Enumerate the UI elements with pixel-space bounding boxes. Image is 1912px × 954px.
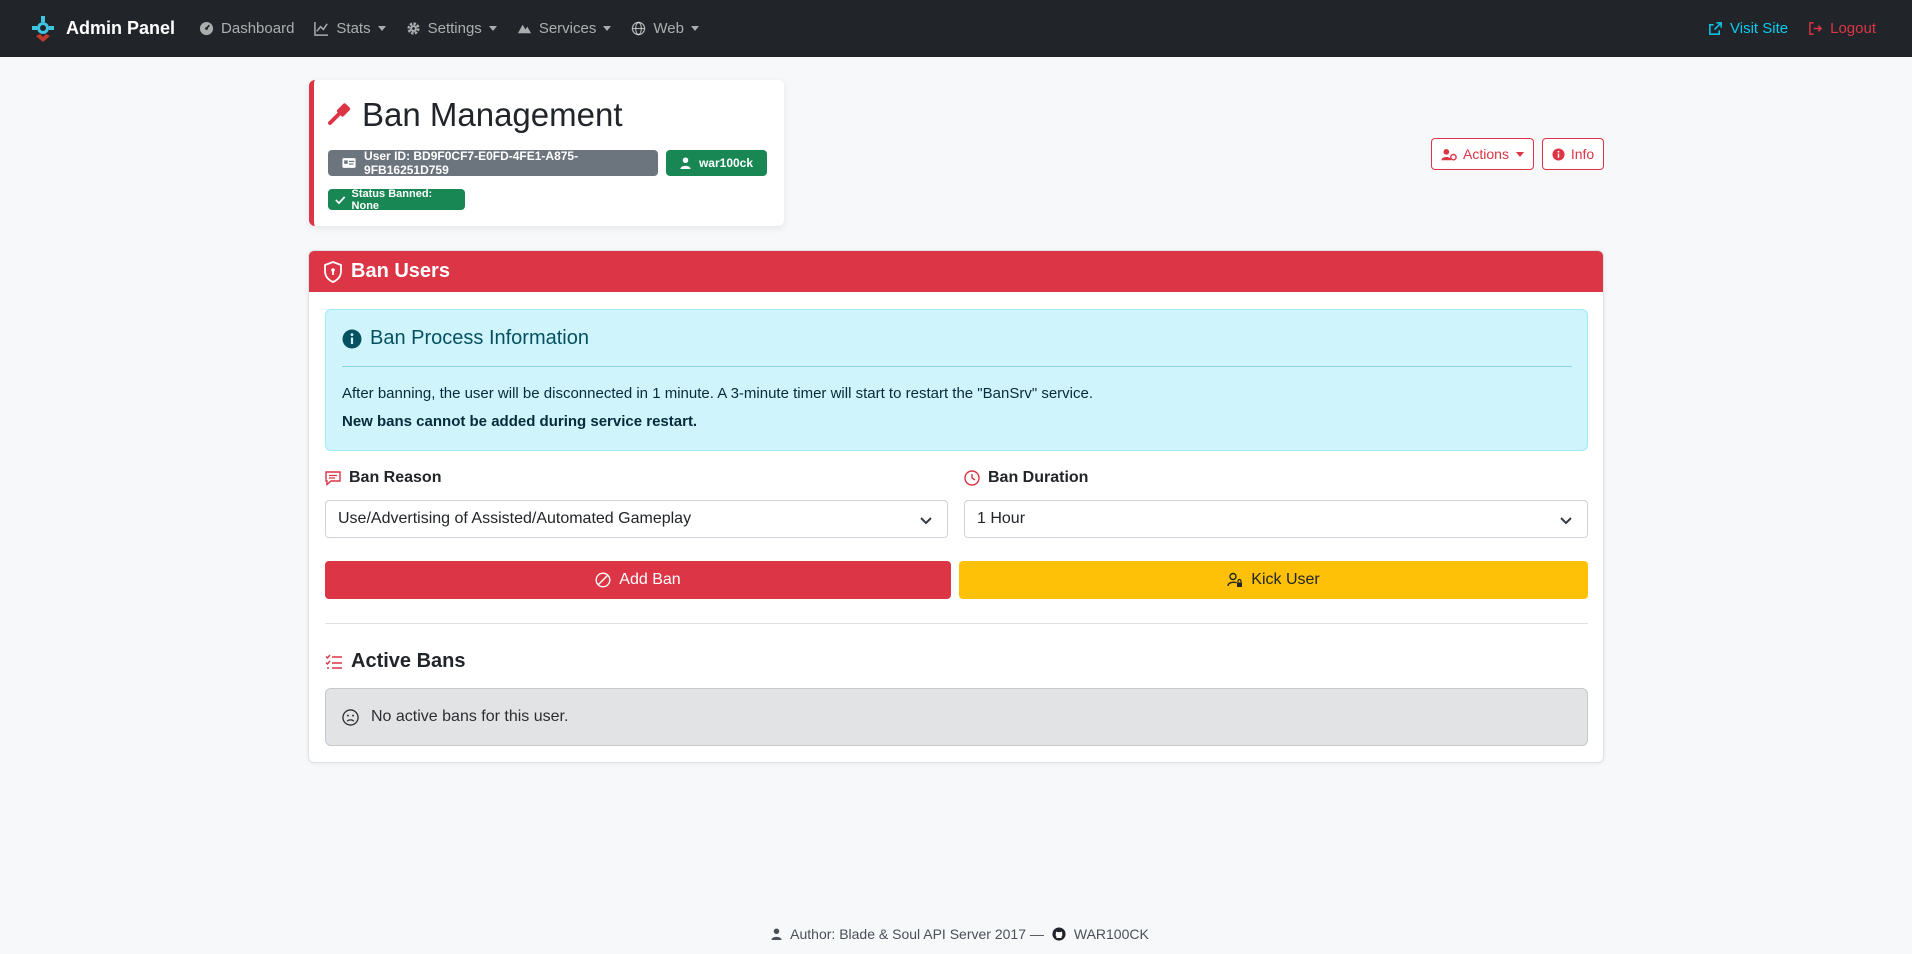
actions-label: Actions [1463,146,1509,162]
add-ban-label: Add Ban [619,571,681,588]
nav-web[interactable]: Web [621,0,709,57]
chevron-down-icon [1515,151,1524,157]
sign-out-icon [1809,22,1823,35]
status-text: Status Banned: None [351,187,433,212]
github-icon [1052,927,1066,941]
nav-settings[interactable]: Settings [396,0,507,57]
logout-label: Logout [1830,20,1876,37]
ban-icon [595,572,611,588]
globe-icon [632,21,646,36]
info-button[interactable]: Info [1542,138,1604,170]
chevron-down-icon [603,26,612,31]
ban-users-title: Ban Users [351,260,450,282]
user-id-badge: User ID: BD9F0CF7-E0FD-4FE1-A875-9FB1625… [328,149,658,177]
chevron-down-icon [377,26,386,31]
ban-duration-value: 1 Hour [977,510,1026,527]
info-line-2: New bans cannot be added during service … [342,413,698,430]
nav-dashboard[interactable]: Dashboard [189,0,304,57]
user-icon [771,928,782,940]
actions-dropdown-button[interactable]: Actions [1431,138,1534,170]
ban-duration-label-text: Ban Duration [988,469,1089,486]
footer: Author: Blade & Soul API Server 2017 — W… [0,926,1912,942]
clock-icon [964,470,980,486]
check-icon [335,195,346,204]
brand[interactable]: Admin Panel [28,14,175,44]
ban-reason-label-text: Ban Reason [349,469,442,486]
comment-icon [325,470,341,486]
no-active-bans-text: No active bans for this user. [371,708,569,725]
divider [342,366,1572,367]
nav-dashboard-label: Dashboard [221,20,295,37]
brand-logo-icon [28,14,58,44]
nav-services-label: Services [538,20,597,37]
visit-site-link[interactable]: Visit Site [1708,20,1788,37]
chevron-down-icon [920,517,932,525]
list-check-icon [325,654,342,669]
navbar-right: Visit Site Logout [1688,0,1876,57]
external-link-icon [1709,22,1722,35]
gavel-icon [328,103,351,125]
ban-management-header: Ban Management User ID: BD9F0CF7-E0FD-4F… [309,80,784,226]
active-bans-title-text: Active Bans [351,650,466,672]
chevron-down-icon [488,26,497,31]
user-gear-icon [1441,148,1457,161]
info-alert-title: Ban Process Information [342,327,589,350]
add-ban-button[interactable]: Add Ban [325,561,951,599]
mountain-icon [517,24,531,34]
active-bans-title: Active Bans [325,650,466,673]
shield-icon [324,260,342,283]
footer-author-text: Author: Blade & Soul API Server 2017 — [790,926,1044,942]
frown-icon [342,708,359,726]
chevron-down-icon [690,26,699,31]
ban-reason-value: Use/Advertising of Assisted/Automated Ga… [338,510,692,527]
chart-line-icon [314,21,329,36]
logout-link[interactable]: Logout [1808,20,1876,37]
nav-stats[interactable]: Stats [304,0,395,57]
top-navbar: Admin Panel Dashboard Stats Settings Ser… [0,0,1912,57]
user-icon [680,157,691,169]
username-badge: war100ck [666,150,767,176]
ban-duration-label: Ban Duration [964,469,1088,487]
info-circle-icon [342,329,362,348]
nav-settings-label: Settings [427,20,482,37]
kick-user-label: Kick User [1251,571,1320,588]
ban-process-info-alert: Ban Process Information After banning, t… [325,309,1588,451]
ban-reason-label: Ban Reason [325,469,441,487]
username-text: war100ck [698,156,754,170]
no-active-bans-alert: No active bans for this user. [325,688,1588,746]
ban-duration-select[interactable]: 1 Hour [964,500,1588,538]
ban-reason-select[interactable]: Use/Advertising of Assisted/Automated Ga… [325,500,948,538]
chevron-down-icon [1560,517,1572,525]
dashboard-icon [199,21,214,36]
visit-site-label: Visit Site [1730,20,1789,37]
info-line-1: After banning, the user will be disconne… [342,385,1093,402]
brand-name: Admin Panel [66,18,176,38]
user-id-text: User ID: BD9F0CF7-E0FD-4FE1-A875-9FB1625… [364,149,579,177]
info-label: Info [1570,146,1595,162]
ban-users-card: Ban Users Ban Process Information After … [308,250,1604,763]
page-title-text: Ban Management [362,96,623,133]
kick-user-button[interactable]: Kick User [959,561,1588,599]
user-lock-icon [1227,572,1243,587]
nav-web-label: Web [653,20,684,37]
nav-services[interactable]: Services [507,0,622,57]
nav-stats-label: Stats [336,20,371,37]
status-badge: Status Banned: None [328,187,465,212]
gear-icon [407,22,420,35]
divider [325,623,1588,624]
info-alert-title-text: Ban Process Information [370,327,589,349]
ban-users-header: Ban Users [309,251,1603,292]
page-title: Ban Management [328,96,623,134]
id-card-icon [342,158,356,168]
info-circle-icon [1552,147,1565,161]
footer-github-link[interactable]: WAR100CK [1074,926,1149,942]
